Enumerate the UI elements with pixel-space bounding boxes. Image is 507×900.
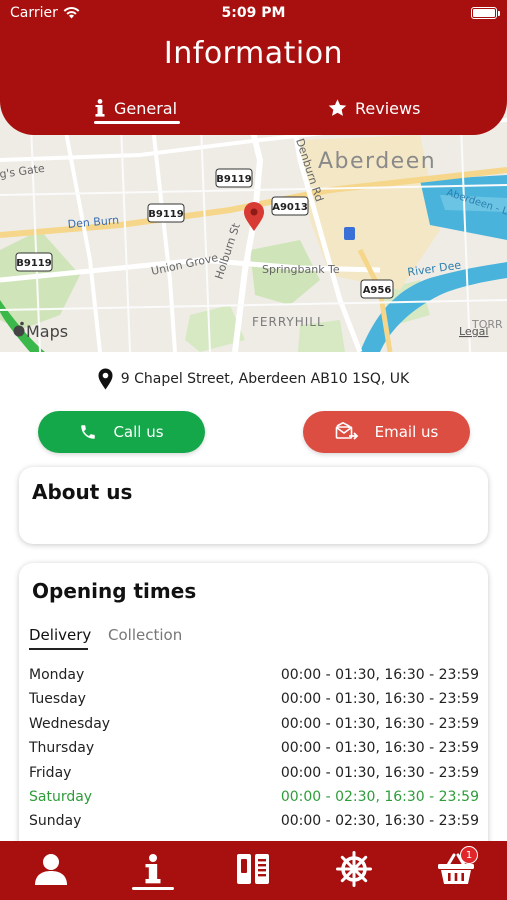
location-pin-icon	[98, 368, 113, 390]
email-us-button[interactable]: Email us	[303, 411, 470, 453]
hours-row: Monday 00:00 - 01:30, 16:30 - 23:59	[29, 667, 479, 691]
page-title: Information	[163, 36, 344, 71]
opening-times-heading: Opening times	[32, 579, 197, 603]
svg-text:A956: A956	[363, 285, 392, 296]
maps-attribution: Maps	[26, 322, 68, 341]
bottom-navigation: 1	[0, 841, 507, 900]
battery-icon	[471, 7, 500, 19]
cart-count-badge: 1	[460, 846, 478, 864]
tab-general[interactable]: General	[94, 93, 177, 123]
hours-value: 00:00 - 01:30, 16:30 - 23:59	[280, 764, 479, 781]
email-us-label: Email us	[374, 423, 439, 441]
road-badge: B9119	[147, 203, 185, 223]
nav-settings[interactable]	[332, 849, 376, 889]
day-label: Monday	[29, 667, 85, 683]
call-us-button[interactable]: Call us	[38, 411, 205, 453]
status-time: 5:09 PM	[221, 5, 286, 21]
hours-row: Thursday 00:00 - 01:30, 16:30 - 23:59	[29, 740, 479, 764]
star-icon	[328, 99, 347, 116]
day-label: Wednesday	[29, 715, 111, 732]
nav-info[interactable]	[131, 849, 175, 889]
tab-general-label: General	[114, 98, 178, 118]
map-label-aberdeen: Aberdeen	[318, 149, 436, 174]
opening-times-card: Opening times Delivery Collection Monday…	[19, 563, 488, 863]
opening-hours-list: Monday 00:00 - 01:30, 16:30 - 23:59 Tues…	[29, 667, 479, 838]
day-label: Sunday	[29, 813, 82, 830]
map-label-holburn: Holburn St	[212, 221, 243, 281]
map-legal-link[interactable]: Legal	[459, 325, 488, 338]
location-map[interactable]: Aberdeen FERRYHILL TORR Den Burn Union G…	[0, 100, 507, 352]
nav-profile[interactable]	[29, 849, 73, 889]
profile-icon	[35, 854, 67, 885]
road-badge: B9119	[215, 168, 253, 188]
day-label: Friday	[29, 764, 72, 781]
map-label-gate: g's Gate	[0, 162, 46, 181]
tab-active-indicator	[94, 121, 180, 124]
hours-value: 00:00 - 01:30, 16:30 - 23:59	[280, 667, 479, 683]
hours-value: 00:00 - 01:30, 16:30 - 23:59	[280, 691, 479, 708]
road-badge: A9013	[271, 196, 309, 216]
address-row: 9 Chapel Street, Aberdeen AB10 1SQ, UK	[0, 368, 507, 390]
tab-collection[interactable]: Collection	[108, 626, 182, 644]
hours-row-today: Saturday 00:00 - 02:30, 16:30 - 23:59	[29, 789, 479, 813]
day-label: Thursday	[29, 740, 95, 757]
hours-row: Friday 00:00 - 01:30, 16:30 - 23:59	[29, 765, 479, 789]
map-label-ferryhill: FERRYHILL	[252, 315, 325, 329]
tab-reviews-label: Reviews	[355, 98, 421, 118]
menu-book-icon	[237, 854, 269, 884]
call-us-label: Call us	[113, 423, 164, 441]
info-icon	[145, 854, 161, 884]
info-icon	[95, 99, 105, 117]
tab-reviews[interactable]: Reviews	[328, 93, 420, 123]
svg-text:B9119: B9119	[16, 258, 51, 269]
svg-text:B9119: B9119	[216, 174, 251, 185]
map-label-springbank: Springbank Te	[262, 263, 340, 276]
hours-value: 00:00 - 02:30, 16:30 - 23:59	[280, 788, 479, 805]
subtab-active-indicator	[29, 648, 88, 650]
rail-station-icon	[344, 227, 355, 240]
tab-delivery[interactable]: Delivery	[29, 626, 91, 644]
map-label-union-grove: Union Grove	[150, 251, 220, 278]
hours-value: 00:00 - 02:30, 16:30 - 23:59	[280, 813, 479, 830]
about-us-card: About us	[19, 467, 488, 544]
status-bar: Carrier 5:09 PM	[0, 0, 507, 28]
address-text: 9 Chapel Street, Aberdeen AB10 1SQ, UK	[120, 371, 410, 387]
hours-row: Tuesday 00:00 - 01:30, 16:30 - 23:59	[29, 691, 479, 715]
road-badge: B9119	[15, 252, 53, 272]
nav-basket[interactable]: 1	[434, 846, 478, 889]
svg-text:B9119: B9119	[148, 209, 183, 220]
hours-row: Sunday 00:00 - 02:30, 16:30 - 23:59	[29, 813, 479, 837]
settings-wheel-icon	[336, 851, 372, 887]
about-us-heading: About us	[32, 480, 133, 504]
header-bar: Carrier 5:09 PM Information General Revi…	[0, 0, 507, 135]
svg-text:A9013: A9013	[272, 202, 308, 213]
map-canvas: Aberdeen FERRYHILL TORR Den Burn Union G…	[0, 100, 507, 352]
nav-menu[interactable]	[231, 849, 275, 889]
hours-value: 00:00 - 01:30, 16:30 - 23:59	[280, 715, 479, 732]
hours-value: 00:00 - 01:30, 16:30 - 23:59	[280, 740, 479, 757]
location-pin-icon	[244, 202, 264, 231]
day-label: Tuesday	[29, 691, 86, 708]
hours-row: Wednesday 00:00 - 01:30, 16:30 - 23:59	[29, 716, 479, 740]
phone-icon	[81, 425, 96, 439]
email-send-icon	[335, 422, 358, 440]
road-badge: A956	[360, 279, 394, 299]
day-label: Saturday	[29, 788, 93, 805]
nav-active-indicator	[132, 887, 174, 890]
